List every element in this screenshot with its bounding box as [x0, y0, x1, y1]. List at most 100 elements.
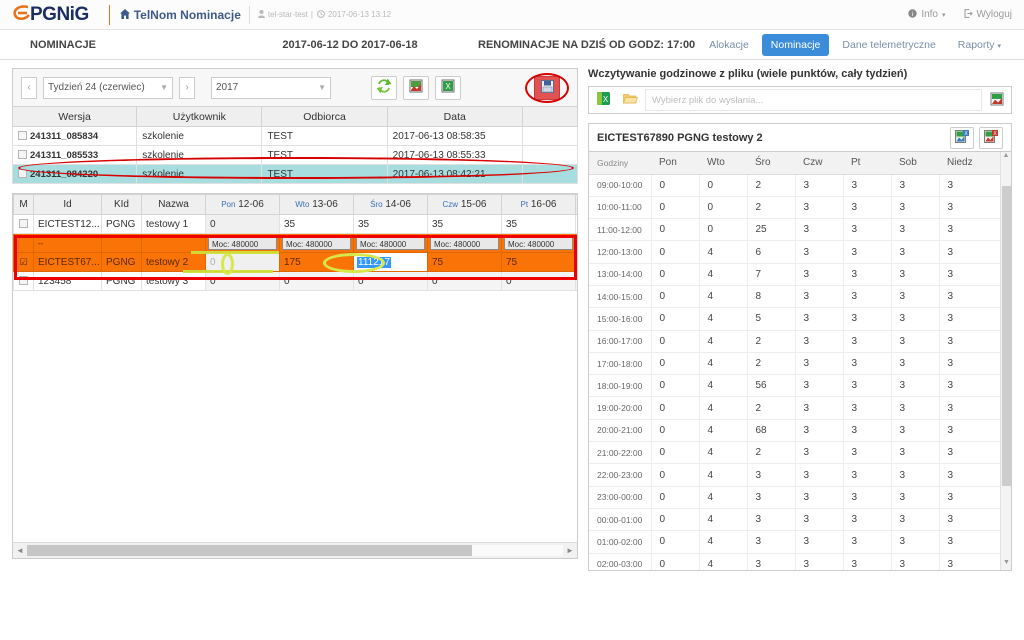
- hour-row[interactable]: 00:00-01:00 0 4 3 3 3 3 3: [589, 508, 1011, 532]
- hour-value-czw[interactable]: 3: [795, 508, 844, 532]
- hour-row[interactable]: 09:00-10:00 0 0 2 3 3 3 3: [589, 174, 1011, 197]
- hour-value-pt[interactable]: 3: [843, 374, 892, 398]
- table-row-selected[interactable]: 241311_084220 szkolenie TEST 2017-06-13 …: [11, 164, 579, 184]
- hour-value-pt[interactable]: 3: [843, 419, 892, 443]
- hour-value-sro[interactable]: 2: [747, 396, 796, 420]
- hour-value-sro[interactable]: 5: [747, 307, 796, 331]
- tab-dane-telemetryczne[interactable]: Dane telemetryczne: [833, 34, 944, 56]
- hour-row[interactable]: 13:00-14:00 0 4 7 3 3 3 3: [589, 263, 1011, 286]
- hour-value-czw[interactable]: 3: [795, 263, 844, 286]
- hour-row[interactable]: 16:00-17:00 0 4 2 3 3 3 3: [589, 330, 1011, 353]
- grid-row-highlighted[interactable]: ☑ EICTEST67... PGNG testowy 2 0 175 1112…: [13, 252, 577, 272]
- browse-folder-button[interactable]: [618, 89, 642, 111]
- hour-value-pt[interactable]: 3: [843, 174, 892, 197]
- hour-value-pt[interactable]: 3: [843, 352, 892, 376]
- col-m[interactable]: M: [13, 194, 34, 215]
- hour-value-pon[interactable]: 0: [651, 396, 700, 420]
- upload-send-button[interactable]: [985, 89, 1009, 111]
- hour-row[interactable]: 17:00-18:00 0 4 2 3 3 3 3: [589, 352, 1011, 376]
- hour-value-wto[interactable]: 4: [699, 307, 748, 331]
- table-row[interactable]: 241311_085533 szkolenie TEST 2017-06-13 …: [11, 145, 579, 165]
- row-value-pon[interactable]: 0: [205, 214, 280, 234]
- hour-value-wto[interactable]: 4: [699, 553, 748, 570]
- tab-alokacje[interactable]: Alokacje: [700, 34, 758, 56]
- hour-value-sro[interactable]: 8: [747, 285, 796, 309]
- hour-value-pon[interactable]: 0: [651, 441, 700, 465]
- logout-link[interactable]: Wyloguj: [964, 8, 1012, 21]
- hour-value-sob[interactable]: 3: [891, 174, 940, 197]
- hour-row[interactable]: 01:00-02:00 0 4 3 3 3 3 3: [589, 530, 1011, 554]
- tab-nominacje[interactable]: Nominacje: [761, 33, 830, 56]
- refresh-button[interactable]: [371, 75, 397, 100]
- hour-value-czw[interactable]: 3: [795, 174, 844, 197]
- hour-value-sob[interactable]: 3: [891, 530, 940, 554]
- row-checkbox[interactable]: [18, 168, 27, 178]
- col-nazwa[interactable]: Nazwa: [141, 194, 206, 215]
- hour-value-pt[interactable]: 3: [843, 330, 892, 353]
- hour-value-czw[interactable]: 3: [795, 285, 844, 309]
- info-menu[interactable]: i Info ▾: [908, 8, 946, 21]
- col-id[interactable]: Id: [33, 194, 102, 215]
- hour-value-wto[interactable]: 4: [699, 240, 748, 264]
- hour-value-czw[interactable]: 3: [795, 240, 844, 264]
- hour-value-pon[interactable]: 0: [651, 530, 700, 554]
- hour-row[interactable]: 14:00-15:00 0 4 8 3 3 3 3: [589, 285, 1011, 309]
- excel-import-button[interactable]: [403, 75, 429, 100]
- prev-week-button[interactable]: ‹: [21, 76, 37, 99]
- row-value-wto[interactable]: 35: [279, 214, 354, 234]
- hour-value-sro[interactable]: 68: [747, 419, 796, 443]
- row-value-pt[interactable]: 75: [501, 252, 576, 272]
- hour-value-pon[interactable]: 0: [651, 218, 700, 242]
- year-select[interactable]: 2017 ▼: [211, 76, 331, 99]
- hour-value-wto[interactable]: 0: [699, 174, 748, 197]
- hour-value-wto[interactable]: 0: [699, 196, 748, 220]
- hscroll-thumb[interactable]: [27, 545, 472, 556]
- version-cell[interactable]: 241311_085533: [11, 145, 138, 165]
- hour-value-pt[interactable]: 3: [843, 508, 892, 532]
- hour-value-pon[interactable]: 0: [651, 352, 700, 376]
- row-value-pon[interactable]: 0: [205, 271, 280, 291]
- hour-value-pon[interactable]: 0: [651, 553, 700, 570]
- col-uzytkownik[interactable]: Użytkownik: [136, 106, 263, 127]
- pgnig-logo[interactable]: PGNiG: [12, 3, 89, 27]
- hour-value-pon[interactable]: 0: [651, 463, 700, 487]
- vscroll-thumb[interactable]: [1002, 186, 1011, 486]
- scroll-left-icon[interactable]: ◄: [13, 546, 27, 555]
- hour-value-sro[interactable]: 7: [747, 263, 796, 286]
- hour-value-pon[interactable]: 0: [651, 330, 700, 353]
- hour-value-pt[interactable]: 3: [843, 285, 892, 309]
- hour-value-sob[interactable]: 3: [891, 240, 940, 264]
- col-data[interactable]: Data: [386, 106, 523, 127]
- hour-value-sro[interactable]: 2: [747, 174, 796, 197]
- scroll-down-icon[interactable]: ▼: [1001, 559, 1011, 570]
- row-value-pt[interactable]: 0: [501, 271, 576, 291]
- row-checkbox-cell[interactable]: [13, 271, 34, 291]
- hour-value-pt[interactable]: 3: [843, 307, 892, 331]
- hour-table-vscrollbar[interactable]: ▲ ▼: [1000, 152, 1011, 570]
- hour-value-sob[interactable]: 3: [891, 352, 940, 376]
- scroll-right-icon[interactable]: ►: [563, 546, 577, 555]
- row-value-sro-editing[interactable]: 111217: [353, 252, 428, 272]
- row-checkbox[interactable]: [18, 149, 27, 159]
- col-day-pt[interactable]: Pt 16-06: [501, 194, 576, 215]
- hour-value-pt[interactable]: 3: [843, 441, 892, 465]
- breadcrumb[interactable]: TelNom Nominacje: [119, 8, 241, 22]
- hour-value-sro[interactable]: 6: [747, 240, 796, 264]
- hour-value-pt[interactable]: 3: [843, 263, 892, 286]
- version-cell[interactable]: 241311_084220: [11, 164, 138, 184]
- hour-value-czw[interactable]: 3: [795, 196, 844, 220]
- hour-value-wto[interactable]: 0: [699, 218, 748, 242]
- hour-value-czw[interactable]: 3: [795, 396, 844, 420]
- hour-value-pon[interactable]: 0: [651, 263, 700, 286]
- hour-value-pt[interactable]: 3: [843, 530, 892, 554]
- hour-row[interactable]: 12:00-13:00 0 4 6 3 3 3 3: [589, 240, 1011, 264]
- col-odbiorca[interactable]: Odbiorca: [261, 106, 388, 127]
- hour-value-sro[interactable]: 2: [747, 441, 796, 465]
- hour-row[interactable]: 21:00-22:00 0 4 2 3 3 3 3: [589, 441, 1011, 465]
- hour-value-czw[interactable]: 3: [795, 218, 844, 242]
- hour-row[interactable]: 11:00-12:00 0 0 25 3 3 3 3: [589, 218, 1011, 242]
- week-select[interactable]: Tydzień 24 (czerwiec) ▼: [43, 76, 173, 99]
- hour-value-pon[interactable]: 0: [651, 374, 700, 398]
- hour-value-wto[interactable]: 4: [699, 419, 748, 443]
- hour-row[interactable]: 02:00-03:00 0 4 3 3 3 3 3: [589, 553, 1011, 570]
